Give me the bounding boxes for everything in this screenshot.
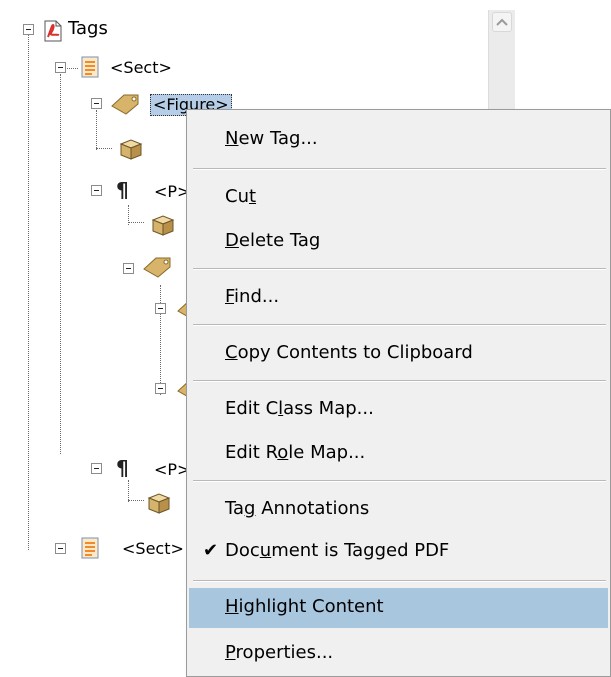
menu-item-label: Highlight Content (225, 596, 384, 617)
collapse-toggle[interactable] (155, 383, 166, 394)
content-box-icon (150, 214, 175, 236)
paragraph-icon: ¶ (114, 456, 134, 480)
menu-item-properties[interactable]: Properties... (189, 634, 608, 674)
menu-item-delete-tag[interactable]: Delete Tag (189, 222, 608, 262)
menu-separator (193, 480, 606, 482)
tree-line (60, 74, 61, 454)
menu-separator (193, 168, 606, 170)
collapse-toggle[interactable] (91, 98, 102, 109)
tree-line (128, 500, 144, 501)
menu-item-copy-contents[interactable]: Copy Contents to Clipboard (189, 334, 608, 374)
menu-separator (193, 580, 606, 582)
tree-node-sect-label[interactable]: <Sect> (122, 539, 184, 559)
pdf-icon (42, 20, 62, 42)
menu-item-label: Delete Tag (225, 230, 321, 251)
menu-separator (193, 268, 606, 270)
menu-item-document-is-tagged-pdf[interactable]: ✔ Document is Tagged PDF (189, 532, 608, 572)
menu-item-edit-role-map[interactable]: Edit Role Map... (189, 434, 608, 474)
tag-icon (110, 92, 139, 115)
tree-node-p-label[interactable]: <P> (154, 182, 190, 202)
svg-text:¶: ¶ (116, 179, 129, 201)
menu-item-tag-annotations[interactable]: Tag Annotations (189, 490, 608, 530)
section-icon (80, 56, 100, 78)
menu-item-label: Properties... (225, 642, 334, 663)
content-box-icon (146, 492, 171, 514)
tree-node-sect-label[interactable]: <Sect> (110, 58, 172, 78)
menu-separator (193, 324, 606, 326)
collapse-toggle[interactable] (155, 303, 166, 314)
menu-item-label: Find... (225, 286, 280, 307)
menu-item-highlight-content[interactable]: Highlight Content (189, 588, 608, 628)
menu-item-edit-class-map[interactable]: Edit Class Map... (189, 390, 608, 430)
tree-node-root-label[interactable]: Tags (68, 19, 108, 39)
menu-item-cut[interactable]: Cut (189, 178, 608, 218)
menu-item-new-tag[interactable]: New Tag... (189, 120, 608, 160)
menu-item-label: Cut (225, 186, 257, 207)
paragraph-icon: ¶ (114, 178, 134, 202)
section-icon (80, 537, 100, 559)
tree-line (128, 222, 144, 223)
tree-line (96, 110, 97, 150)
collapse-toggle[interactable] (55, 543, 66, 554)
tree-node-p-label[interactable]: <P> (154, 460, 190, 480)
collapse-toggle[interactable] (55, 62, 66, 73)
menu-item-label: New Tag... (225, 128, 318, 149)
tree-line (128, 480, 129, 502)
tree-line (28, 35, 29, 550)
menu-item-label: Document is Tagged PDF (225, 540, 450, 561)
menu-item-label: Edit Role Map... (225, 442, 366, 463)
collapse-toggle[interactable] (23, 24, 34, 35)
svg-text:¶: ¶ (116, 457, 129, 479)
context-menu: New Tag... Cut Delete Tag Find... Copy C… (186, 109, 611, 677)
menu-item-label: Copy Contents to Clipboard (225, 342, 473, 363)
scroll-up-button[interactable] (492, 12, 512, 32)
tag-icon (142, 255, 171, 278)
checkmark-icon: ✔ (203, 540, 219, 561)
collapse-toggle[interactable] (123, 263, 134, 274)
tree-line (96, 148, 112, 149)
menu-item-find[interactable]: Find... (189, 278, 608, 318)
menu-separator (193, 380, 606, 382)
menu-item-label: Edit Class Map... (225, 398, 374, 419)
collapse-toggle[interactable] (91, 185, 102, 196)
content-box-icon (118, 138, 143, 160)
tree-line (160, 285, 161, 395)
collapse-toggle[interactable] (91, 463, 102, 474)
chevron-up-icon (496, 18, 508, 26)
menu-item-label: Tag Annotations (225, 498, 370, 519)
